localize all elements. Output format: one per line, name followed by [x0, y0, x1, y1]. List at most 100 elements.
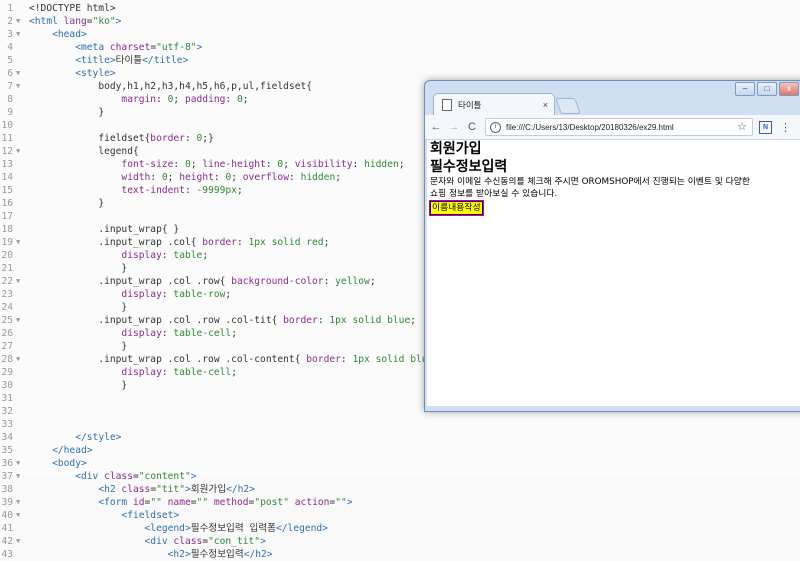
address-bar[interactable]: i file:///C:/Users/13/Desktop/20180326/e… — [485, 118, 753, 136]
line-number: 11 — [1, 133, 13, 144]
line-number: 42 — [1, 536, 13, 547]
code-text: <h2>필수정보입력</h2> — [167, 549, 273, 560]
code-text: display: table-cell; — [121, 328, 237, 339]
line-number: 35 — [1, 445, 13, 456]
line-number: 30 — [1, 380, 13, 391]
line-number: 16 — [1, 198, 13, 209]
code-line[interactable]: 33 — [0, 418, 800, 431]
code-text: font-size: 0; line-height: 0; visibility… — [121, 159, 405, 170]
code-line[interactable]: 1 <!DOCTYPE html> — [0, 2, 800, 15]
line-number: 10 — [1, 120, 13, 131]
code-text: </style> — [75, 432, 122, 443]
code-text: <legend>필수정보입력 입력폼</legend> — [144, 523, 328, 534]
line-number: 9 — [7, 107, 13, 118]
code-text: <html lang="ko"> — [29, 16, 122, 27]
tab-title: 타이틀 — [458, 100, 482, 110]
line-number: 6 — [7, 68, 13, 79]
code-line[interactable]: 6 ▼ <style> — [0, 67, 800, 80]
fold-arrow-icon[interactable]: ▼ — [16, 15, 24, 28]
extension-icon[interactable]: N — [759, 120, 772, 134]
forward-button[interactable]: → — [447, 121, 461, 133]
code-text: .input_wrap .col .row .col-tit{ border: … — [98, 315, 417, 326]
code-text: <meta charset="utf-8"> — [75, 42, 203, 53]
code-line[interactable]: 5 <title>타이틀</title> — [0, 54, 800, 67]
consent-text-line1: 문자와 이메일 수신동의를 체크해 주시면 OROMSHOP에서 진행되는 이벤… — [430, 177, 750, 187]
line-number: 31 — [1, 393, 13, 404]
code-line[interactable]: 35 </head> — [0, 444, 800, 457]
code-line[interactable]: 2 ▼ <html lang="ko"> — [0, 15, 800, 28]
fold-arrow-icon[interactable]: ▼ — [16, 353, 24, 366]
line-number: 14 — [1, 172, 13, 183]
code-line[interactable]: 36 ▼ <body> — [0, 457, 800, 470]
code-text: <div class="con_tit"> — [144, 536, 266, 547]
line-number: 8 — [7, 94, 13, 105]
code-line[interactable]: 41 <legend>필수정보입력 입력폼</legend> — [0, 522, 800, 535]
fold-arrow-icon[interactable]: ▼ — [16, 67, 24, 80]
line-number: 32 — [1, 406, 13, 417]
line-number: 36 — [1, 458, 13, 469]
line-number: 19 — [1, 237, 13, 248]
code-line[interactable]: 43 <h2>필수정보입력</h2> — [0, 548, 800, 561]
line-number: 38 — [1, 484, 13, 495]
line-number: 18 — [1, 224, 13, 235]
code-text: <h2 class="tit">회원가입</h2> — [98, 484, 255, 495]
code-line[interactable]: 3 ▼ <head> — [0, 28, 800, 41]
line-number: 33 — [1, 419, 13, 430]
fold-arrow-icon[interactable]: ▼ — [16, 275, 24, 288]
code-text: .input_wrap .col .row .col-content{ bord… — [98, 354, 439, 365]
code-line[interactable]: 42 ▼ <div class="con_tit"> — [0, 535, 800, 548]
code-text: </head> — [52, 445, 93, 456]
fold-arrow-icon[interactable]: ▼ — [16, 509, 24, 522]
page-viewport: 회원가입 필수정보입력 문자와 이메일 수신동의를 체크해 주시면 OROMSH… — [427, 140, 800, 406]
line-number: 24 — [1, 302, 13, 313]
code-line[interactable]: 37 ▼ <div class="content"> — [0, 470, 800, 483]
code-text: display: table-row; — [121, 289, 232, 300]
line-number: 34 — [1, 432, 13, 443]
code-text: } — [121, 380, 128, 391]
consent-text-line2: 쇼핑 정보를 받아보실 수 있습니다. — [430, 189, 558, 199]
line-number: 4 — [7, 42, 13, 53]
code-text: <!DOCTYPE html> — [29, 3, 116, 14]
fold-arrow-icon[interactable]: ▼ — [16, 236, 24, 249]
code-text: text-indent: -9999px; — [121, 185, 243, 196]
line-number: 29 — [1, 367, 13, 378]
bookmark-star-icon[interactable]: ☆ — [737, 120, 747, 133]
line-number: 21 — [1, 263, 13, 274]
code-line[interactable]: 39 ▼ <form id="" name="" method="post" ac… — [0, 496, 800, 509]
url-text: file:///C:/Users/13/Desktop/20180326/ex2… — [506, 122, 674, 132]
code-text: width: 0; height: 0; overflow: hidden; — [121, 172, 341, 183]
code-text: <title>타이틀</title> — [75, 55, 189, 66]
line-number: 37 — [1, 471, 13, 482]
code-text: } — [98, 198, 105, 209]
code-line[interactable]: 4 <meta charset="utf-8"> — [0, 41, 800, 54]
code-text: <form id="" name="" method="post" action… — [98, 497, 353, 508]
fold-arrow-icon[interactable]: ▼ — [16, 80, 24, 93]
reload-button[interactable]: C — [465, 121, 479, 133]
page-subheading: 필수정보입력 — [430, 159, 508, 175]
code-text: legend{ — [98, 146, 139, 157]
fold-arrow-icon[interactable]: ▼ — [16, 457, 24, 470]
fold-arrow-icon[interactable]: ▼ — [16, 145, 24, 158]
code-text: fieldset{border: 0;} — [98, 133, 214, 144]
fold-arrow-icon[interactable]: ▼ — [16, 535, 24, 548]
code-text: <style> — [75, 68, 116, 79]
info-icon[interactable]: i — [490, 121, 501, 133]
tab-close-icon[interactable]: × — [543, 100, 548, 110]
new-tab-button[interactable] — [555, 98, 581, 114]
line-number: 41 — [1, 523, 13, 534]
code-line[interactable]: 40 ▼ <fieldset> — [0, 509, 800, 522]
line-number: 23 — [1, 289, 13, 300]
menu-icon[interactable]: ⋮ — [780, 121, 791, 134]
fold-arrow-icon[interactable]: ▼ — [16, 470, 24, 483]
line-number: 27 — [1, 341, 13, 352]
code-line[interactable]: 38 <h2 class="tit">회원가입</h2> — [0, 483, 800, 496]
fold-arrow-icon[interactable]: ▼ — [16, 496, 24, 509]
back-button[interactable]: ← — [429, 121, 443, 133]
fold-arrow-icon[interactable]: ▼ — [16, 314, 24, 327]
tab-active[interactable]: 타이틀 × — [433, 93, 555, 116]
code-line[interactable]: 34 </style> — [0, 431, 800, 444]
line-number: 17 — [1, 211, 13, 222]
fold-arrow-icon[interactable]: ▼ — [16, 28, 24, 41]
code-text: body,h1,h2,h3,h4,h5,h6,p,ul,fieldset{ — [98, 81, 313, 92]
code-text: display: table; — [121, 250, 209, 261]
